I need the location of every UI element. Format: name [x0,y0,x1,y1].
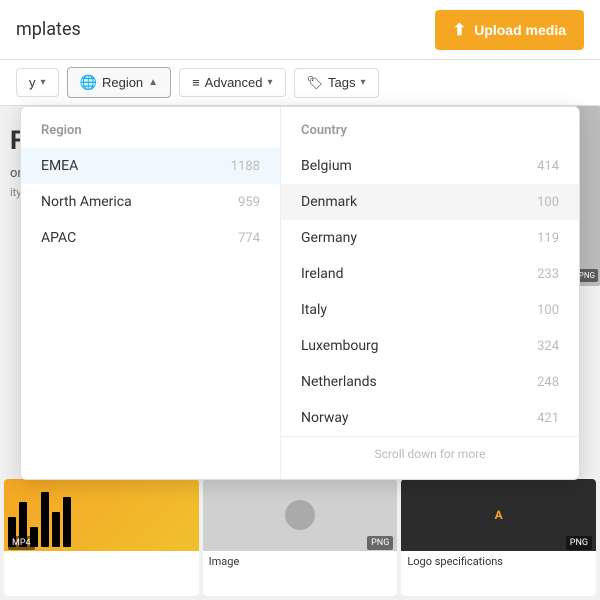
country-item-belgium[interactable]: Belgium 414 [281,148,579,184]
region-item-north-america[interactable]: North America 959 [21,184,280,220]
chevron-down-icon-advanced: ▾ [268,77,273,88]
tags-button[interactable]: 🏷 Tags ▾ [294,68,379,98]
region-name-emea: EMEA [41,158,78,174]
country-name-denmark: Denmark [301,194,357,210]
region-count-north-america: 959 [238,195,260,210]
card3-label: Logo specifications [401,551,596,572]
region-item-apac[interactable]: APAC 774 [21,220,280,256]
bottom-cards-row: MP4 PNG Image A PNG Logo specifications [0,475,600,600]
country-count-luxembourg: 324 [537,339,559,354]
bar5 [52,512,60,547]
region-count-apac: 774 [238,231,260,246]
chevron-down-icon: ▾ [41,77,46,88]
chevron-up-icon: ▲ [148,77,158,88]
country-item-norway[interactable]: Norway 421 [281,400,579,436]
country-column-header: Country [281,123,579,148]
card2-label: Image [203,551,398,572]
logo-placeholder: A [495,508,503,522]
country-name-germany: Germany [301,230,357,246]
scroll-hint: Scroll down for more [281,436,579,471]
region-name-apac: APAC [41,230,76,246]
bar4 [41,492,49,547]
region-button[interactable]: 🌐 Region ▲ [67,67,172,98]
country-column: Country Belgium 414 Denmark 100 Germany … [281,107,579,479]
tag-icon: 🏷 [307,75,324,91]
country-count-norway: 421 [537,411,559,426]
upload-media-button[interactable]: ⬆ Upload media [435,10,584,50]
region-name-north-america: North America [41,194,132,210]
globe-icon: 🌐 [80,74,97,91]
bar6 [63,497,71,547]
badge-png-1: PNG [367,536,393,550]
region-column: Region EMEA 1188 North America 959 APAC … [21,107,281,479]
country-item-luxembourg[interactable]: Luxembourg 324 [281,328,579,364]
bottom-card-3: A PNG Logo specifications [401,479,596,596]
dropdown-inner: Region EMEA 1188 North America 959 APAC … [21,107,579,479]
advanced-button[interactable]: ≡ Advanced ▾ [179,68,285,97]
country-item-ireland[interactable]: Ireland 233 [281,256,579,292]
country-item-germany[interactable]: Germany 119 [281,220,579,256]
card1-label [4,551,199,559]
toolbar: y ▾ 🌐 Region ▲ ≡ Advanced ▾ 🏷 Tags ▾ [0,60,600,106]
page-title: mplates [16,19,81,40]
advanced-label: Advanced [205,75,263,90]
country-name-belgium: Belgium [301,158,352,174]
country-item-italy[interactable]: Italy 100 [281,292,579,328]
country-count-netherlands: 248 [537,375,559,390]
region-count-emea: 1188 [231,159,260,174]
upload-icon: ⬆ [453,20,466,40]
country-name-italy: Italy [301,302,327,318]
tags-label: Tags [328,75,355,90]
upload-label: Upload media [474,22,566,38]
sliders-icon: ≡ [192,75,200,90]
badge-png-2: PNG [566,536,592,550]
country-name-luxembourg: Luxembourg [301,338,379,354]
country-count-germany: 119 [537,231,559,246]
header: mplates ⬆ Upload media [0,0,600,60]
region-label: Region [102,75,143,90]
chevron-down-icon-tags: ▾ [361,77,366,88]
filter-label: y [29,75,36,90]
region-column-header: Region [21,123,280,148]
country-count-italy: 100 [537,303,559,318]
badge-mp4: MP4 [8,536,35,550]
country-count-denmark: 100 [537,195,559,210]
filter-button[interactable]: y ▾ [16,68,59,97]
country-name-norway: Norway [301,410,349,426]
country-count-ireland: 233 [537,267,559,282]
region-dropdown: Region EMEA 1188 North America 959 APAC … [20,106,580,480]
country-item-netherlands[interactable]: Netherlands 248 [281,364,579,400]
country-name-netherlands: Netherlands [301,374,377,390]
person-avatar [285,500,315,530]
country-name-ireland: Ireland [301,266,344,282]
country-count-belgium: 414 [537,159,559,174]
country-item-denmark[interactable]: Denmark 100 [281,184,579,220]
bottom-card-1: MP4 [4,479,199,596]
region-item-emea[interactable]: EMEA 1188 [21,148,280,184]
bottom-card-2: PNG Image [203,479,398,596]
